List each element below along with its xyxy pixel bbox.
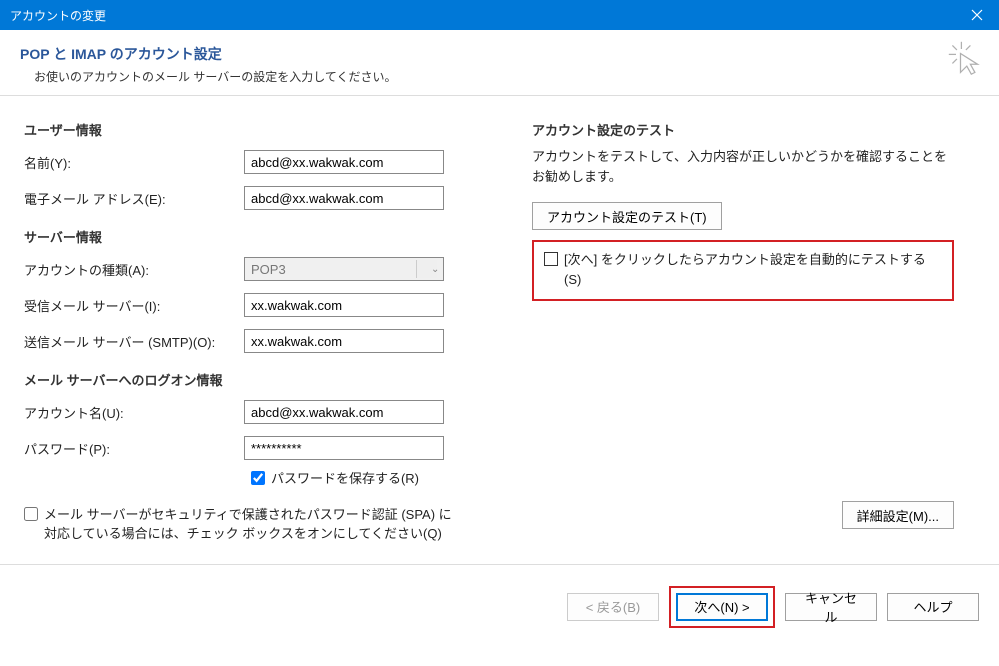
- auto-test-highlight: [次へ] をクリックしたらアカウント設定を自動的にテストする(S): [532, 240, 954, 301]
- email-row: 電子メール アドレス(E):: [24, 183, 514, 213]
- remember-password-label: パスワードを保存する(R): [271, 469, 419, 489]
- dialog-heading: POP と IMAP のアカウント設定: [20, 44, 979, 64]
- email-input[interactable]: [244, 186, 444, 210]
- name-row: 名前(Y):: [24, 147, 514, 177]
- incoming-label: 受信メール サーバー(I):: [24, 296, 244, 315]
- next-button[interactable]: 次へ(N) >: [676, 593, 768, 621]
- user-info-title: ユーザー情報: [24, 120, 514, 139]
- account-type-label: アカウントの種類(A):: [24, 260, 244, 279]
- help-button[interactable]: ヘルプ: [887, 593, 979, 621]
- spa-label: メール サーバーがセキュリティで保護されたパスワード認証 (SPA) に対応して…: [44, 505, 464, 544]
- name-label: 名前(Y):: [24, 153, 244, 172]
- chevron-down-icon: ⌄: [431, 264, 439, 275]
- cursor-decoration-icon: [947, 40, 983, 76]
- titlebar: アカウントの変更: [0, 0, 999, 30]
- account-type-value: POP3: [251, 262, 286, 277]
- dialog-content: ユーザー情報 名前(Y): 電子メール アドレス(E): サーバー情報 アカウン…: [0, 96, 999, 564]
- next-button-highlight: 次へ(N) >: [669, 586, 775, 628]
- spa-checkbox[interactable]: [24, 507, 38, 521]
- close-button[interactable]: [954, 0, 999, 30]
- right-column: アカウント設定のテスト アカウントをテストして、入力内容が正しいかどうかを確認す…: [514, 120, 954, 564]
- remember-password-row: パスワードを保存する(R): [156, 469, 514, 489]
- server-info-title: サーバー情報: [24, 227, 514, 246]
- name-input[interactable]: [244, 150, 444, 174]
- auto-test-row: [次へ] をクリックしたらアカウント設定を自動的にテストする(S): [544, 250, 942, 289]
- test-description: アカウントをテストして、入力内容が正しいかどうかを確認することをお勧めします。: [532, 147, 954, 186]
- auto-test-checkbox[interactable]: [544, 252, 558, 266]
- advanced-row: 詳細設定(M)...: [532, 501, 954, 529]
- spa-row: メール サーバーがセキュリティで保護されたパスワード認証 (SPA) に対応して…: [24, 505, 514, 544]
- test-title: アカウント設定のテスト: [532, 120, 954, 139]
- password-input[interactable]: [244, 436, 444, 460]
- test-account-button[interactable]: アカウント設定のテスト(T): [532, 202, 722, 230]
- outgoing-row: 送信メール サーバー (SMTP)(O):: [24, 326, 514, 356]
- account-type-select: POP3 ⌄: [244, 257, 444, 281]
- account-name-input[interactable]: [244, 400, 444, 424]
- logon-info-title: メール サーバーへのログオン情報: [24, 370, 514, 389]
- outgoing-input[interactable]: [244, 329, 444, 353]
- auto-test-label: [次へ] をクリックしたらアカウント設定を自動的にテストする(S): [564, 250, 942, 289]
- back-button: < 戻る(B): [567, 593, 659, 621]
- incoming-row: 受信メール サーバー(I):: [24, 290, 514, 320]
- incoming-input[interactable]: [244, 293, 444, 317]
- window-title: アカウントの変更: [10, 7, 954, 24]
- outgoing-label: 送信メール サーバー (SMTP)(O):: [24, 332, 244, 351]
- email-label: 電子メール アドレス(E):: [24, 189, 244, 208]
- close-icon: [971, 9, 983, 21]
- password-label: パスワード(P):: [24, 439, 244, 458]
- account-name-label: アカウント名(U):: [24, 403, 244, 422]
- account-name-row: アカウント名(U):: [24, 397, 514, 427]
- left-column: ユーザー情報 名前(Y): 電子メール アドレス(E): サーバー情報 アカウン…: [24, 120, 514, 564]
- advanced-settings-button[interactable]: 詳細設定(M)...: [842, 501, 954, 529]
- cancel-button[interactable]: キャンセル: [785, 593, 877, 621]
- account-type-row: アカウントの種類(A): POP3 ⌄: [24, 254, 514, 284]
- dialog-subheading: お使いのアカウントのメール サーバーの設定を入力してください。: [20, 68, 979, 85]
- dialog-footer: < 戻る(B) 次へ(N) > キャンセル ヘルプ: [0, 564, 999, 634]
- password-row: パスワード(P):: [24, 433, 514, 463]
- dialog-header: POP と IMAP のアカウント設定 お使いのアカウントのメール サーバーの設…: [0, 30, 999, 96]
- remember-password-checkbox[interactable]: [251, 471, 265, 485]
